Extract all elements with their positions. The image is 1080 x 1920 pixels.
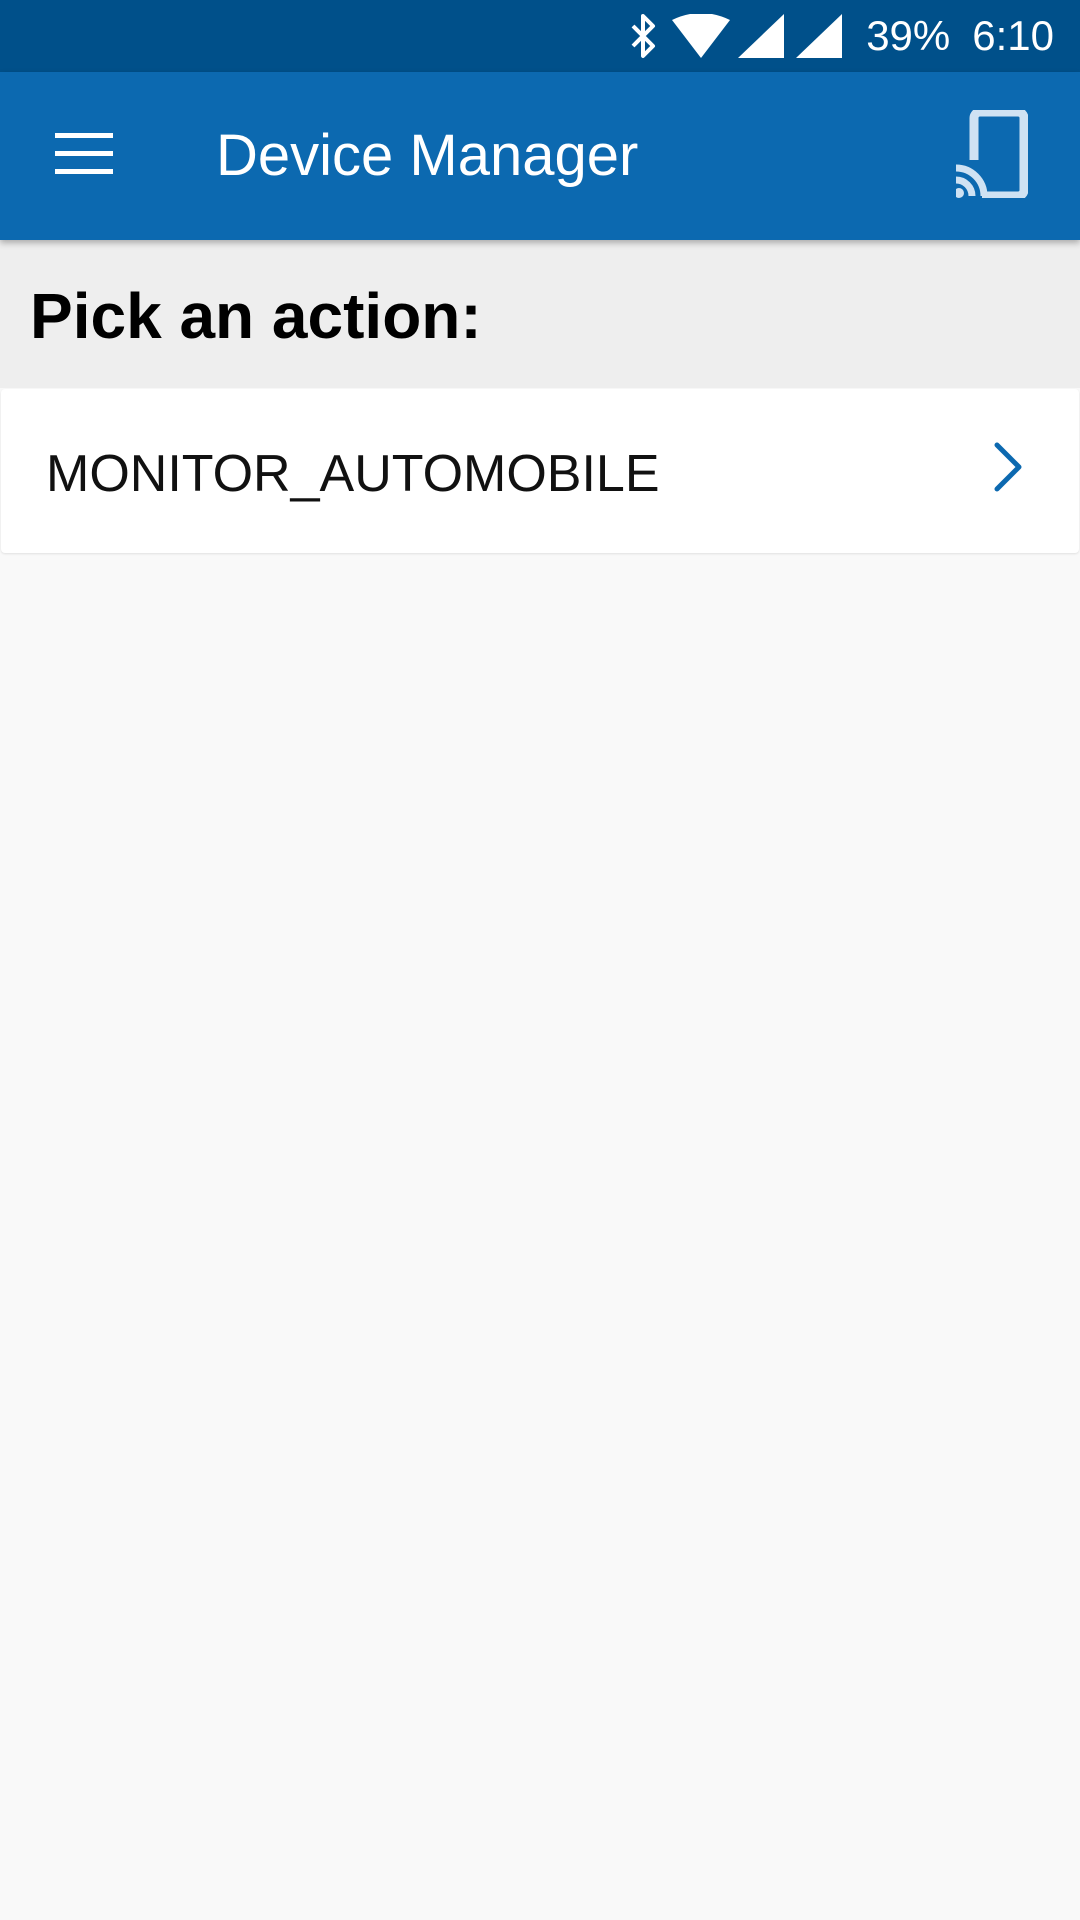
hamburger-menu-icon	[55, 132, 113, 180]
battery-level: 39%	[866, 12, 951, 59]
action-list: MONITOR_AUTOMOBILE	[0, 389, 1080, 553]
status-bar: 39% 6:10	[0, 0, 1080, 72]
cast-icon	[954, 107, 1029, 203]
action-item-label: MONITOR_AUTOMOBILE	[46, 445, 660, 503]
signal-icon	[796, 14, 843, 58]
app-title: Device Manager	[216, 123, 639, 188]
signal-icon	[738, 14, 785, 58]
menu-button[interactable]	[36, 108, 132, 204]
status-time: 6:10	[972, 12, 1054, 59]
cast-button[interactable]	[940, 104, 1044, 208]
action-item-monitor-automobile[interactable]: MONITOR_AUTOMOBILE	[1, 389, 1079, 553]
status-icons: 39% 6:10	[628, 0, 1054, 72]
section-title: Pick an action:	[30, 280, 482, 352]
bluetooth-icon	[628, 12, 658, 60]
chevron-right-icon	[989, 439, 1029, 495]
wifi-icon	[672, 14, 731, 58]
app-bar: Device Manager	[0, 72, 1080, 240]
section-header: Pick an action:	[0, 240, 1080, 388]
